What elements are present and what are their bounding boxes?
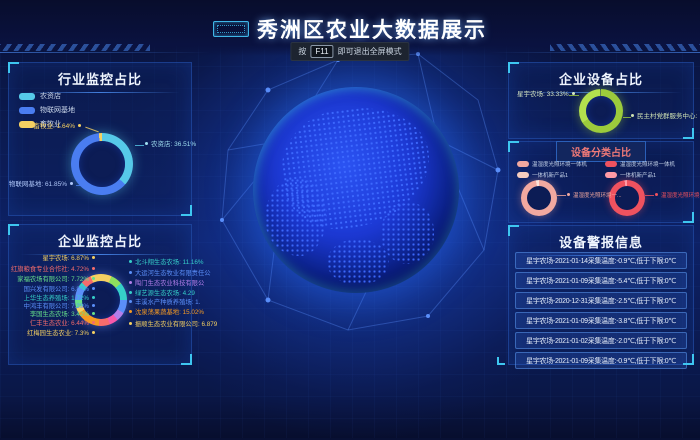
legend-item: 一体机新产品1 [517, 171, 587, 179]
chart-label: 国兴发有限公司: 6.87% [24, 286, 95, 294]
chart-label: 振顺生态农业有限公司: 6.879 [129, 321, 217, 329]
chart-label: 星宇农场: 33.33% [517, 91, 575, 99]
alert-row: 星宇农场-2021-01-09采集温度:-0.9℃,低于下限:0℃ [515, 352, 687, 369]
chart-label: 温湿度光照环境一... [655, 192, 700, 200]
hint-suffix: 即可退出全屏模式 [338, 46, 402, 57]
chart-label: 北斗翔生态农场: 11.16% [129, 259, 203, 267]
chart-label: 陶门生态农业科技有限公 [129, 280, 204, 288]
legend-swatch [605, 161, 617, 167]
chart-label: 红梅园生态农业: 7.3% [27, 330, 95, 338]
alert-row: 星宇农场-2021-01-09采集温度:-3.8℃,低于下限:0℃ [515, 312, 687, 329]
legend-label: 温湿度光照环境一体机 [620, 160, 675, 168]
chart-label: 红旗粮食专业合作社: 4.72% [11, 266, 95, 274]
legend-label: 物联网基地 [40, 105, 75, 115]
panel-device-classification: 设备分类占比 温湿度光照环境一体机 一体机新产品1 温湿度光照环境一... 温湿… [508, 141, 694, 223]
chart-label: 星宇农场: 6.87% [42, 255, 95, 263]
brand-logo [213, 21, 249, 37]
chart-label: 丰溪水产种质养殖场: 1. [129, 299, 200, 307]
dashboard-root: { "header": { "title": "秀洲区农业大数据展示", "hi… [0, 0, 700, 438]
device-class-legend-2: 温湿度光照环境一体机 一体机新产品1 [605, 160, 675, 179]
chart-label: 温湿度光照环境一... [567, 192, 622, 200]
legend-label: 一体机新产品1 [532, 171, 568, 179]
alert-row: 星宇农场-2021-01-14采集温度:-0.9℃,低于下限:0℃ [515, 252, 687, 269]
chart-label: 仁丰生态农业: 6.44% [30, 320, 95, 328]
legend-swatch [19, 107, 35, 114]
legend-swatch [605, 172, 617, 178]
panel-title: 行业监控占比 [9, 69, 191, 88]
header-right-stripes [550, 44, 700, 51]
alert-row: 星宇农场-2021-01-09采集温度:-5.4℃,低于下限:0℃ [515, 272, 687, 289]
legend-item: 温湿度光照环境一体机 [605, 160, 675, 168]
equipment-donut-chart [579, 89, 623, 133]
panel-title: 设备警报信息 [509, 232, 693, 251]
panel-device-alerts: 设备警报信息 星宇农场-2021-01-14采集温度:-0.9℃,低于下限:0℃… [508, 225, 694, 365]
legend-item: 物联网基地 [19, 105, 75, 115]
legend-item: 一体机新产品1 [605, 171, 675, 179]
header-left-stripes [0, 44, 150, 51]
legend-item: 温湿度光照环境一体机 [517, 160, 587, 168]
chart-label: 民主村党群服务中心: [631, 113, 697, 121]
chart-label: 大运河生态牧业有限责任公 [129, 270, 211, 278]
hint-prefix: 按 [298, 46, 306, 57]
chart-label: 上华生态养殖场: 1.72% [24, 295, 95, 303]
corner-tick-decoration [497, 357, 505, 365]
legend-label: 一体机新产品1 [620, 171, 656, 179]
panel-industry-monitor: 行业监控占比 农资店 物联网基地 畜牧业 畜牧业: 1.64% 农资店: 36.… [8, 62, 192, 216]
header-right-line [490, 52, 700, 53]
chart-label: 中鸿丰有限公司: 7.29% [24, 303, 95, 311]
f11-key-badge: F11 [310, 45, 333, 58]
panel-title: 企业监控占比 [9, 231, 191, 250]
legend-swatch [517, 172, 529, 178]
chart-label: 李国生态农场: 3.42% [30, 311, 95, 319]
device-class-donut-1 [521, 180, 557, 216]
legend-label: 温湿度光照环境一体机 [532, 160, 587, 168]
legend-swatch [19, 93, 35, 100]
globe-continent-dots [381, 202, 435, 264]
chart-label: 家福农场有限公司: 7.72% [17, 276, 95, 284]
chart-label: 农资店: 36.51% [145, 141, 196, 149]
legend-swatch [517, 161, 529, 167]
panel-title: 设备分类占比 [556, 141, 646, 162]
chart-label: 绿艺源生态农场: 4.29 [129, 290, 195, 298]
header-left-line [0, 52, 210, 53]
chart-label: 沈泉荡果蔬基地: 15.02% [129, 309, 204, 317]
panel-enterprise-monitor: 企业监控占比 星宇农场: 6.87% 红旗粮食专业合作社: 4.72% 家福农场… [8, 224, 192, 365]
fullscreen-hint: 按 F11 即可退出全屏模式 [290, 42, 409, 61]
panel-title: 企业设备占比 [509, 69, 693, 88]
device-class-legend-1: 温湿度光照环境一体机 一体机新产品1 [517, 160, 587, 179]
globe-visualization [253, 87, 459, 293]
globe-continent-dots [265, 178, 327, 256]
chart-label: 物联网基地: 61.85% [9, 181, 73, 189]
chart-label: 畜牧业: 1.64% [33, 123, 81, 131]
legend-item: 农资店 [19, 91, 75, 101]
alert-list: 星宇农场-2021-01-14采集温度:-0.9℃,低于下限:0℃ 星宇农场-2… [515, 252, 687, 369]
globe-continent-dots [327, 239, 389, 284]
legend-label: 农资店 [40, 91, 61, 101]
panel-equipment-ratio: 企业设备占比 星宇农场: 33.33% 民主村党群服务中心: [508, 62, 694, 139]
page-title: 秀洲区农业大数据展示 [257, 14, 487, 44]
alert-row: 星宇农场-2020-12-31采集温度:-2.5℃,低于下限:0℃ [515, 292, 687, 309]
alert-row: 星宇农场-2021-01-02采集温度:-2.0℃,低于下限:0℃ [515, 332, 687, 349]
header-bar: 秀洲区农业大数据展示 按 F11 即可退出全屏模式 [0, 0, 700, 56]
